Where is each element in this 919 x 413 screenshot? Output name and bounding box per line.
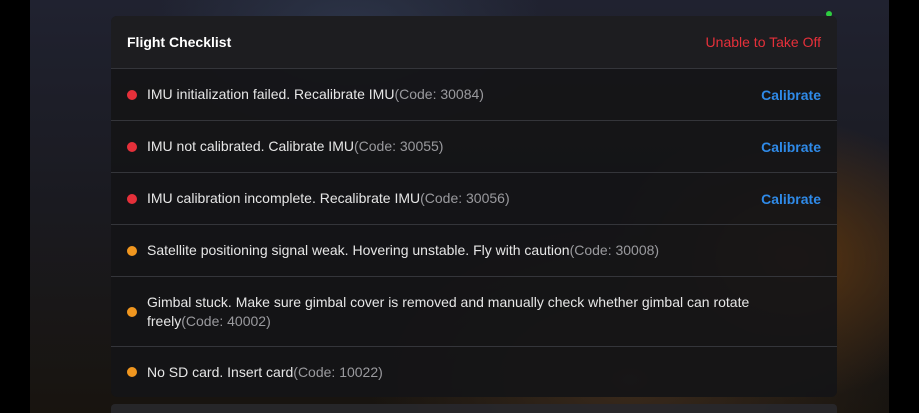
checklist-item: IMU calibration incomplete. Recalibrate … — [111, 172, 837, 224]
error-dot-icon — [127, 89, 137, 100]
bottom-panel-edge — [111, 404, 837, 413]
item-text: No SD card. Insert card — [147, 363, 294, 380]
item-text: IMU initialization failed. Recalibrate I… — [147, 86, 395, 102]
panel-title: Flight Checklist — [127, 34, 232, 50]
item-message: IMU initialization failed. Recalibrate I… — [147, 85, 749, 104]
item-message: Gimbal stuck. Make sure gimbal cover is … — [147, 293, 821, 331]
checklist-item: Gimbal stuck. Make sure gimbal cover is … — [111, 276, 837, 346]
checklist-item: Satellite positioning signal weak. Hover… — [111, 224, 837, 276]
warning-dot-icon — [127, 306, 137, 317]
item-code: (Code: 40002) — [181, 312, 271, 329]
calibrate-button[interactable]: Calibrate — [761, 87, 821, 103]
takeoff-status: Unable to Take Off — [705, 34, 821, 50]
item-text: IMU calibration incomplete. Recalibrate … — [147, 190, 421, 206]
item-code: (Code: 30084) — [394, 86, 484, 102]
checklist-item: IMU initialization failed. Recalibrate I… — [111, 68, 837, 120]
calibrate-button[interactable]: Calibrate — [761, 139, 821, 155]
checklist-item: No SD card. Insert card(Code: 10022) — [111, 346, 837, 397]
item-code: (Code: 10022) — [293, 363, 383, 380]
item-code: (Code: 30008) — [569, 242, 660, 258]
warning-dot-icon — [127, 367, 137, 377]
item-message: IMU calibration incomplete. Recalibrate … — [147, 189, 749, 208]
item-code: (Code: 30055) — [353, 138, 444, 154]
warning-dot-icon — [127, 245, 137, 256]
item-text: IMU not calibrated. Calibrate IMU — [147, 138, 354, 154]
checklist-item: IMU not calibrated. Calibrate IMU(Code: … — [111, 120, 837, 172]
item-message: Satellite positioning signal weak. Hover… — [147, 241, 821, 260]
item-text: Satellite positioning signal weak. Hover… — [147, 242, 570, 258]
item-code: (Code: 30056) — [420, 190, 510, 206]
panel-header: Flight Checklist Unable to Take Off — [111, 16, 837, 68]
item-message: No SD card. Insert card(Code: 10022) — [147, 363, 821, 382]
error-dot-icon — [127, 141, 137, 152]
item-message: IMU not calibrated. Calibrate IMU(Code: … — [147, 137, 749, 156]
flight-checklist-panel: Flight Checklist Unable to Take Off IMU … — [111, 16, 837, 397]
calibrate-button[interactable]: Calibrate — [761, 191, 821, 207]
error-dot-icon — [127, 193, 137, 204]
